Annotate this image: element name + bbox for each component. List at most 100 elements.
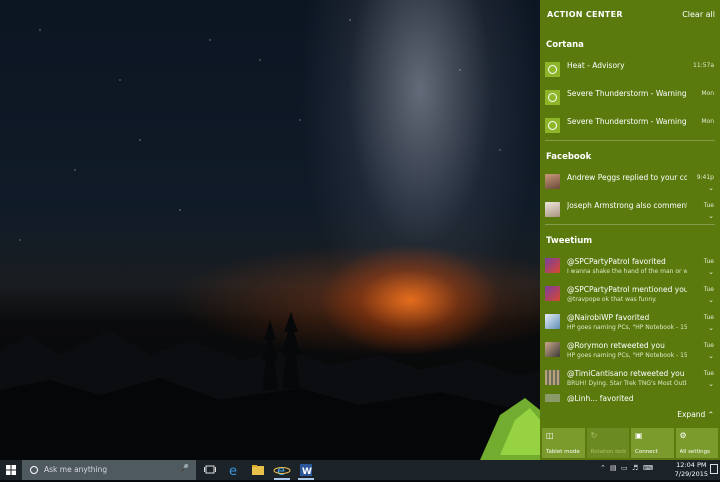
avatar: [545, 394, 560, 402]
clock-date: 7/29/2015: [674, 470, 708, 478]
notification-item[interactable]: Severe Thunderstorm - Warning Mon: [540, 84, 720, 111]
chevron-down-icon[interactable]: ⌄: [708, 324, 714, 332]
internet-explorer-icon: e: [273, 464, 291, 479]
network-icon[interactable]: ▤: [610, 464, 617, 472]
notification-item[interactable]: @SPCPartyPatrol favorited I wanna shake …: [540, 252, 720, 279]
tablet-mode-button[interactable]: ◫ Tablet mode: [542, 428, 585, 458]
volume-icon[interactable]: ♬: [632, 464, 638, 472]
notification-title: @SPCPartyPatrol mentioned you: [567, 285, 687, 294]
notification-title: Severe Thunderstorm - Warning: [567, 117, 687, 126]
notification-item[interactable]: @Rorymon retweeted you HP goes naming PC…: [540, 336, 720, 363]
file-explorer-button[interactable]: [248, 462, 268, 478]
quick-action-label: Connect: [635, 449, 658, 455]
notification-body: I wanna shake the hand of the man or wc: [567, 268, 687, 275]
quick-action-label: All settings: [679, 449, 711, 455]
internet-explorer-button[interactable]: e: [272, 462, 292, 480]
notification-title: @Linh... favorited: [567, 394, 634, 402]
action-center-icon[interactable]: [710, 464, 718, 474]
windows-logo-icon: [6, 465, 16, 475]
notification-item[interactable]: @SPCPartyPatrol mentioned you @travpope …: [540, 280, 720, 307]
notification-item[interactable]: Severe Thunderstorm - Warning Mon: [540, 112, 720, 139]
avatar: [545, 342, 560, 357]
notification-title: Joseph Armstrong also commented: [567, 201, 687, 210]
notification-title: @NairobiWP favorited: [567, 313, 650, 322]
notification-item[interactable]: @NairobiWP favorited HP goes naming PCs,…: [540, 308, 720, 335]
notification-item[interactable]: Joseph Armstrong also commented Tue ⌄: [540, 196, 720, 223]
svg-text:e: e: [229, 464, 237, 478]
expand-label: Expand: [677, 410, 706, 419]
divider: [545, 140, 715, 141]
avatar: [545, 314, 560, 329]
notification-time: Tue: [703, 370, 714, 377]
start-button[interactable]: [0, 460, 22, 480]
quick-action-label: Rotation lock: [590, 449, 627, 455]
action-center-header: ACTION CENTER Clear all: [540, 0, 720, 28]
group-header-tweetium[interactable]: Tweetium: [546, 236, 592, 246]
cortana-icon: [545, 90, 560, 105]
edge-button[interactable]: e: [224, 462, 244, 479]
notification-title: Severe Thunderstorm - Warning: [567, 89, 687, 98]
notification-title: Andrew Peggs replied to your comr: [567, 173, 687, 182]
group-header-cortana[interactable]: Cortana: [546, 40, 584, 50]
notification-item[interactable]: Andrew Peggs replied to your comr 9:41p …: [540, 168, 720, 195]
notification-title: @SPCPartyPatrol favorited: [567, 257, 666, 266]
notification-title: Heat - Advisory: [567, 61, 625, 70]
chevron-down-icon[interactable]: ⌄: [708, 352, 714, 360]
divider: [545, 224, 715, 225]
chevron-up-icon: ⌃: [707, 410, 714, 419]
clock-time: 12:04 PM: [676, 461, 707, 469]
clear-all-button[interactable]: Clear all: [682, 10, 715, 19]
chevron-down-icon[interactable]: ⌄: [708, 268, 714, 276]
avatar: [545, 370, 560, 385]
quick-actions: ◫ Tablet mode ↻ Rotation lock ▣ Connect …: [542, 428, 718, 458]
notification-body: BRUH! Dying. Star Trek TNG's Most Outla: [567, 380, 687, 387]
notification-body: @travpope ok that was funny.: [567, 296, 657, 303]
notification-time: Tue: [703, 202, 714, 209]
notification-time: Mon: [701, 118, 714, 125]
chevron-down-icon[interactable]: ⌄: [708, 212, 714, 220]
notification-time: Tue: [703, 314, 714, 321]
notification-title: @Rorymon retweeted you: [567, 341, 665, 350]
notification-time: Mon: [701, 90, 714, 97]
microphone-icon[interactable]: 🎤: [179, 464, 189, 473]
taskbar: Ask me anything 🎤 e e W ⌃ ▤ ▭ ♬ ⌨ 12:04 …: [0, 460, 720, 480]
rotation-lock-icon: ↻: [590, 431, 598, 440]
chevron-down-icon[interactable]: ⌄: [708, 296, 714, 304]
expand-button[interactable]: Expand ⌃: [677, 410, 714, 419]
word-icon: W: [300, 464, 312, 477]
task-view-button[interactable]: [200, 462, 220, 478]
cortana-icon: [545, 118, 560, 133]
folder-icon: [252, 465, 264, 475]
notification-item[interactable]: Heat - Advisory 11:57a: [540, 56, 720, 83]
search-box[interactable]: Ask me anything 🎤: [22, 460, 196, 480]
notification-item[interactable]: @TimiCantisano retweeted you BRUH! Dying…: [540, 364, 720, 391]
svg-text:e: e: [277, 464, 285, 478]
action-center-panel: ACTION CENTER Clear all Cortana Heat - A…: [540, 0, 720, 460]
notification-time: Tue: [703, 342, 714, 349]
avatar: [545, 174, 560, 189]
gear-icon: ⚙: [679, 431, 687, 440]
word-button[interactable]: W: [296, 462, 316, 480]
chevron-up-icon[interactable]: ⌃: [600, 464, 606, 472]
clock[interactable]: 12:04 PM 7/29/2015: [675, 461, 708, 479]
notification-time: 9:41p: [696, 174, 714, 181]
connect-button[interactable]: ▣ Connect: [631, 428, 674, 458]
action-center-title: ACTION CENTER: [547, 10, 623, 19]
notification-body: HP goes naming PCs, "HP Notebook - 15: [567, 324, 687, 331]
keyboard-icon[interactable]: ⌨: [643, 464, 653, 472]
notification-item[interactable]: @Linh... favorited: [540, 392, 720, 402]
all-settings-button[interactable]: ⚙ All settings: [675, 428, 718, 458]
quick-action-label: Tablet mode: [546, 449, 580, 455]
chevron-down-icon[interactable]: ⌄: [708, 184, 714, 192]
group-header-facebook[interactable]: Facebook: [546, 152, 591, 162]
notification-time: Tue: [703, 286, 714, 293]
chevron-down-icon[interactable]: ⌄: [708, 380, 714, 388]
svg-text:W: W: [302, 467, 312, 477]
task-view-icon: [204, 465, 216, 474]
rotation-lock-button[interactable]: ↻ Rotation lock: [586, 428, 629, 458]
notification-body: HP goes naming PCs, "HP Notebook - 15: [567, 352, 687, 359]
battery-icon[interactable]: ▭: [621, 464, 628, 472]
cortana-icon: [545, 62, 560, 77]
avatar: [545, 258, 560, 273]
notification-title: @TimiCantisano retweeted you: [567, 369, 685, 378]
